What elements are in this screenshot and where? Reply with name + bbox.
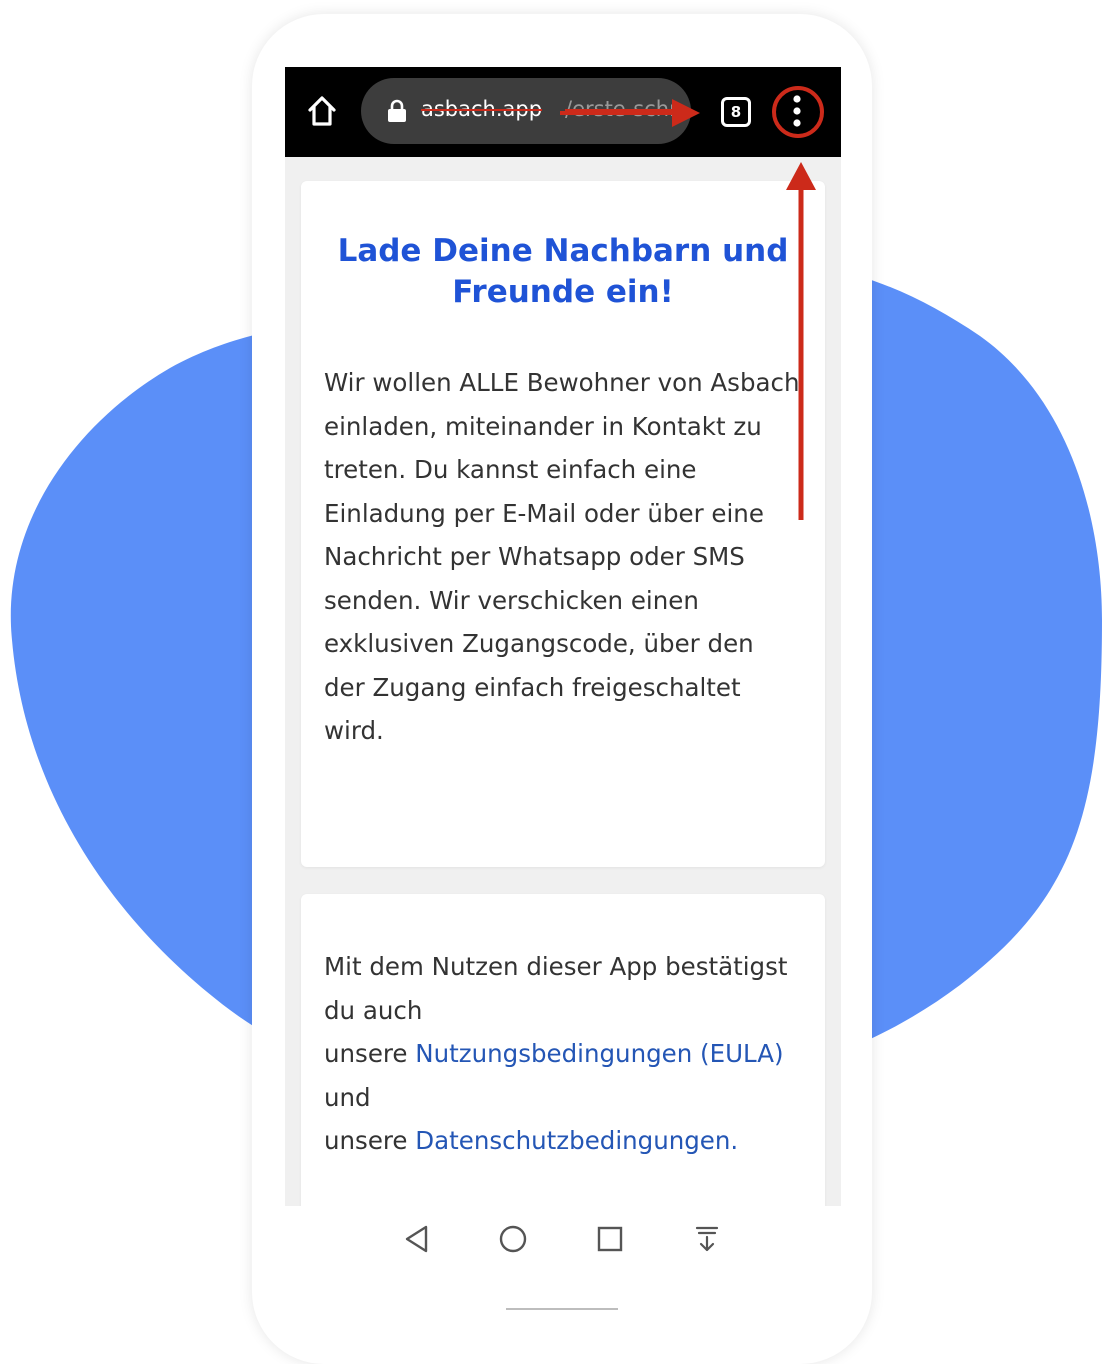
back-triangle-icon[interactable]	[397, 1219, 437, 1259]
address-bar[interactable]: asbach.app /erste-schr	[361, 78, 691, 144]
lock-icon	[388, 99, 406, 122]
home-icon[interactable]	[305, 94, 339, 128]
invite-card-title: Lade Deine Nachbarn und Freunde ein!	[337, 233, 789, 310]
android-nav-bar	[285, 1206, 841, 1272]
tab-switcher-button[interactable]: 8	[721, 97, 751, 127]
eula-link[interactable]: Nutzungsbedingungen (EULA)	[415, 1039, 783, 1068]
legal-intro: Mit dem Nutzen dieser App bestätigst du …	[324, 952, 788, 1025]
phone-screen: asbach.app /erste-schr 8 Lade Deine Nach…	[285, 67, 841, 1272]
home-indicator	[506, 1308, 618, 1310]
home-circle-icon[interactable]	[493, 1219, 533, 1259]
url-domain-text: asbach.app	[421, 97, 543, 121]
legal-text: Mit dem Nutzen dieser App bestätigst du …	[324, 945, 804, 1163]
privacy-link[interactable]: Datenschutzbedingungen.	[415, 1126, 738, 1155]
legal-prefix-1: unsere	[324, 1039, 416, 1068]
url-path-text: /erste-schr	[565, 97, 677, 121]
download-arrow-icon[interactable]	[687, 1219, 727, 1259]
invite-card: Lade Deine Nachbarn und Freunde ein! Wir…	[301, 181, 825, 867]
invite-card-body: Wir wollen ALLE Bewohner von Asbach einl…	[324, 368, 800, 745]
recents-square-icon[interactable]	[590, 1219, 630, 1259]
vertical-dots-icon[interactable]	[773, 83, 829, 139]
legal-prefix-2: unsere	[324, 1126, 416, 1155]
legal-suffix-1: und	[324, 1082, 371, 1112]
browser-toolbar: asbach.app /erste-schr 8	[285, 67, 841, 157]
